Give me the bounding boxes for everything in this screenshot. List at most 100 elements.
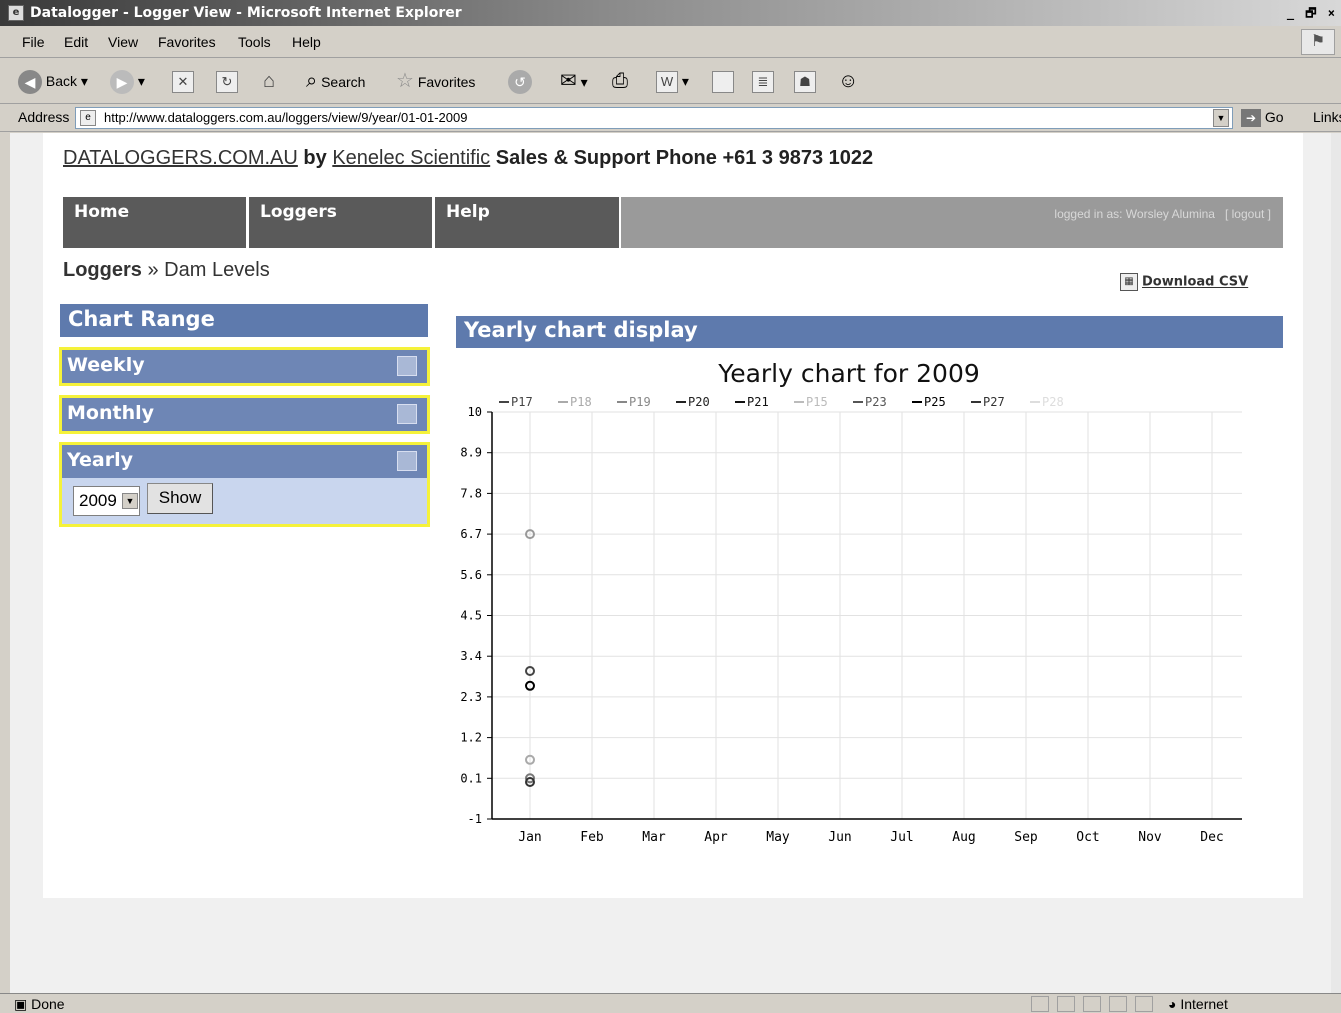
chevron-down-icon[interactable]: ▼	[122, 493, 138, 509]
y-tick-label: 8.9	[460, 446, 482, 460]
x-tick-label: Feb	[580, 830, 604, 845]
nav-home[interactable]: Home	[63, 197, 246, 248]
yearly-label: Yearly	[67, 449, 133, 471]
legend-entry: P18	[570, 395, 592, 409]
stop-button[interactable]: ✕	[172, 68, 194, 94]
main-nav: Home Loggers Help logged in as: Worsley …	[63, 197, 1283, 248]
menu-favorites[interactable]: Favorites	[158, 34, 216, 50]
status-text: ▣ Done	[14, 996, 65, 1013]
weekly-panel-header[interactable]: Weekly	[62, 350, 427, 383]
research-button[interactable]: ≣	[752, 68, 774, 94]
status-bar: ▣ Done ◕ Internet	[0, 993, 1341, 1013]
expand-icon[interactable]	[397, 356, 417, 376]
nav-help[interactable]: Help	[435, 197, 619, 248]
vertical-scrollbar[interactable]	[1331, 133, 1341, 993]
back-label: Back	[45, 73, 78, 89]
year-select[interactable]: 2009 ▼	[73, 486, 140, 516]
address-input[interactable]: e http://www.dataloggers.com.au/loggers/…	[75, 107, 1233, 129]
y-tick-label: 6.7	[460, 527, 482, 541]
yearly-panel-body: 2009 ▼ Show	[62, 478, 427, 524]
header-phone: Sales & Support Phone +61 3 9873 1022	[495, 147, 874, 169]
windows-logo-icon: ⚑	[1301, 29, 1335, 55]
monthly-panel-header[interactable]: Monthly	[62, 398, 427, 431]
company-link[interactable]: Kenelec Scientific	[332, 147, 490, 169]
word-icon: W	[656, 71, 678, 94]
messenger-button[interactable]: ☗	[794, 68, 816, 94]
nav-user-area: logged in as: Worsley Alumina [ logout ]	[621, 197, 1283, 248]
mail-button[interactable]: ✉ ▾	[560, 68, 588, 94]
go-arrow-icon: ➔	[1241, 109, 1261, 127]
status-segment	[1057, 996, 1075, 1012]
yearly-panel-header[interactable]: Yearly	[62, 445, 427, 478]
chart-title: Yearly chart for 2009	[717, 359, 980, 388]
search-label: Search	[321, 74, 366, 90]
menu-view[interactable]: View	[108, 34, 138, 50]
show-button[interactable]: Show	[147, 483, 213, 514]
contacts-button[interactable]: ☺	[838, 68, 858, 94]
home-button[interactable]: ⌂	[258, 68, 280, 94]
x-tick-label: Nov	[1138, 830, 1162, 845]
site-header: DATALOGGERS.COM.AU by Kenelec Scientific…	[63, 147, 873, 170]
status-zone-label: Internet	[1180, 996, 1228, 1012]
weekly-panel[interactable]: Weekly	[59, 347, 430, 386]
window-titlebar: e Datalogger - Logger View - Microsoft I…	[0, 0, 1341, 26]
back-arrow-icon: ◀	[18, 70, 42, 95]
legend-entry: P28	[1042, 395, 1064, 409]
go-label: Go	[1264, 109, 1284, 125]
legend-entry: P25	[924, 395, 946, 409]
expand-icon[interactable]	[397, 404, 417, 424]
x-tick-label: Mar	[642, 830, 666, 845]
go-button[interactable]: ➔ Go	[1241, 109, 1284, 127]
y-tick-label: 7.8	[460, 486, 482, 500]
favorites-button[interactable]: ☆ Favorites	[396, 68, 475, 94]
status-done: Done	[31, 996, 65, 1012]
breadcrumb-current: Dam Levels	[164, 259, 270, 281]
links-button[interactable]: Links	[1313, 109, 1341, 125]
discuss-button[interactable]	[712, 68, 734, 94]
menu-help[interactable]: Help	[292, 34, 321, 50]
status-segment	[1031, 996, 1049, 1012]
menu-file[interactable]: File	[22, 34, 45, 50]
monthly-label: Monthly	[67, 402, 154, 424]
site-link[interactable]: DATALOGGERS.COM.AU	[63, 147, 298, 169]
window-controls[interactable]: _ 🗗 ×	[1287, 4, 1337, 25]
yearly-chart: Yearly chart for 2009 10 8.9 7.8 6.7 5.6 4.5 3.…	[449, 358, 1249, 858]
edit-button[interactable]: W ▾	[656, 68, 689, 94]
download-csv-link[interactable]: ▦ Download CSV	[1120, 273, 1248, 291]
monthly-panel[interactable]: Monthly	[59, 395, 430, 434]
y-tick-label: 5.6	[460, 568, 482, 582]
nav-loggers[interactable]: Loggers	[249, 197, 432, 248]
legend-entry: P27	[983, 395, 1005, 409]
page-viewport: DATALOGGERS.COM.AU by Kenelec Scientific…	[10, 133, 1341, 993]
search-icon: ⌕	[306, 70, 318, 92]
page-content: DATALOGGERS.COM.AU by Kenelec Scientific…	[43, 133, 1303, 898]
legend-entry: P17	[511, 395, 533, 409]
x-tick-label: May	[766, 830, 790, 845]
search-button[interactable]: ⌕ Search	[306, 68, 365, 94]
x-tick-label: Dec	[1200, 830, 1223, 845]
menu-edit[interactable]: Edit	[64, 34, 88, 50]
back-button[interactable]: ◀ Back ▾	[18, 68, 88, 95]
forward-button[interactable]: ▶ ▾	[110, 68, 145, 95]
yearly-panel[interactable]: Yearly 2009 ▼ Show	[59, 442, 430, 527]
spreadsheet-icon: ▦	[1120, 273, 1138, 291]
address-dropdown-icon[interactable]: ▼	[1213, 109, 1229, 127]
address-url: http://www.dataloggers.com.au/loggers/vi…	[104, 110, 468, 125]
menu-bar: File Edit View Favorites Tools Help ⚑	[0, 26, 1341, 58]
menu-tools[interactable]: Tools	[238, 34, 271, 50]
refresh-button[interactable]: ↻	[216, 68, 238, 94]
history-button[interactable]: ↺	[508, 68, 532, 95]
browser-toolbar: ◀ Back ▾ ▶ ▾ ✕ ↻ ⌂ ⌕ Search ☆ Favorites …	[0, 58, 1341, 104]
y-tick-label: 10	[468, 405, 482, 419]
logged-in-text: logged in as: Worsley Alumina	[1054, 207, 1215, 221]
header-by: by	[303, 147, 327, 169]
breadcrumb-root[interactable]: Loggers	[63, 259, 142, 281]
status-segment	[1135, 996, 1153, 1012]
logout-link[interactable]: [ logout ]	[1225, 207, 1271, 221]
print-button[interactable]: ⎙	[612, 68, 628, 94]
expand-icon[interactable]	[397, 451, 417, 471]
year-select-value: 2009	[79, 491, 117, 510]
address-bar: Address e http://www.dataloggers.com.au/…	[0, 104, 1341, 132]
history-icon: ↺	[508, 70, 532, 95]
chart-svg: Yearly chart for 2009 10 8.9 7.8 6.7 5.6 4.5 3.…	[460, 359, 1242, 845]
